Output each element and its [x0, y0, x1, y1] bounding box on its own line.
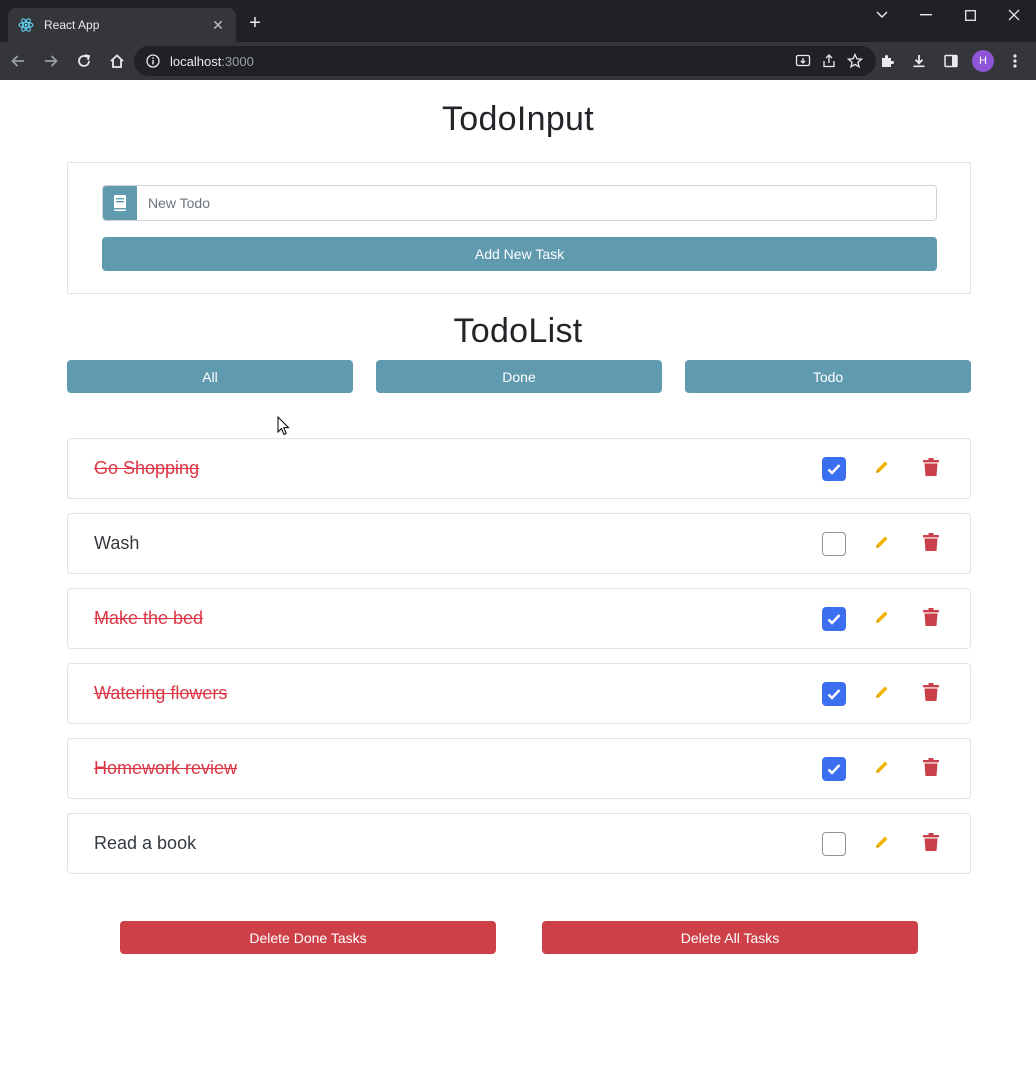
tab-search-icon[interactable] [860, 0, 904, 30]
todo-item: Homework review [67, 738, 971, 799]
pencil-icon[interactable] [874, 609, 890, 625]
filter-done-button[interactable]: Done [376, 360, 662, 393]
todo-item: Watering flowers [67, 663, 971, 724]
new-todo-input-group [102, 185, 937, 221]
checkmark-icon [827, 764, 841, 775]
side-panel-icon[interactable] [938, 48, 964, 74]
checkmark-icon [827, 614, 841, 625]
todo-item: Read a book [67, 813, 971, 874]
todo-item-text: Homework review [94, 758, 238, 778]
tab-close-icon[interactable]: ✕ [210, 17, 226, 34]
reload-icon[interactable] [69, 46, 99, 76]
minimize-icon[interactable] [904, 0, 948, 30]
delete-done-tasks-button[interactable]: Delete Done Tasks [120, 921, 496, 954]
todo-item-text: Go Shopping [94, 458, 200, 478]
todo-item-text: Make the bed [94, 608, 204, 628]
maximize-icon[interactable] [948, 0, 992, 30]
trash-icon[interactable] [922, 832, 940, 852]
profile-initial: H [972, 50, 994, 72]
todo-list-heading: TodoList [453, 312, 583, 350]
todo-done-checkbox[interactable] [822, 532, 846, 556]
home-icon[interactable] [102, 46, 132, 76]
todo-input-heading: TodoInput [441, 100, 595, 138]
todo-item: Make the bed [67, 588, 971, 649]
trash-icon[interactable] [922, 457, 940, 477]
todo-item: Go Shopping [67, 438, 971, 499]
extensions-icon[interactable] [874, 48, 900, 74]
page-content: TodoInput Add New Task TodoList All Done… [0, 80, 1036, 1080]
todo-done-checkbox[interactable] [822, 682, 846, 706]
address-bar[interactable]: localhost:3000 [134, 46, 876, 76]
browser-tab-strip: React App ✕ + [0, 0, 1036, 42]
todo-done-checkbox[interactable] [822, 607, 846, 631]
share-icon[interactable] [820, 52, 838, 70]
trash-icon[interactable] [922, 532, 940, 552]
pencil-icon[interactable] [874, 759, 890, 775]
trash-icon[interactable] [922, 682, 940, 702]
back-icon[interactable] [3, 46, 33, 76]
trash-icon[interactable] [922, 757, 940, 777]
url-port: :3000 [221, 53, 254, 69]
checkmark-icon [827, 689, 841, 700]
todo-list: Go Shopping Wash Make the bed Watering flow… [67, 438, 971, 888]
trash-icon[interactable] [922, 607, 940, 627]
add-new-task-button[interactable]: Add New Task [102, 237, 937, 271]
filter-all-button[interactable]: All [67, 360, 353, 393]
delete-all-tasks-button[interactable]: Delete All Tasks [542, 921, 918, 954]
browser-tab[interactable]: React App ✕ [8, 8, 236, 42]
bookmark-star-icon[interactable] [846, 52, 864, 70]
book-icon [103, 186, 137, 220]
todo-item-text: Wash [94, 533, 140, 553]
pencil-icon[interactable] [874, 684, 890, 700]
forward-icon[interactable] [36, 46, 66, 76]
todo-done-checkbox[interactable] [822, 832, 846, 856]
react-logo-icon [18, 17, 34, 33]
pencil-icon[interactable] [874, 459, 890, 475]
filter-todo-button[interactable]: Todo [685, 360, 971, 393]
tab-title: React App [44, 18, 100, 32]
todo-item-text: Watering flowers [94, 683, 228, 703]
site-info-icon[interactable] [146, 54, 160, 68]
more-menu-icon[interactable] [1002, 48, 1028, 74]
filter-buttons: All Done Todo [67, 360, 971, 394]
todo-input-card: Add New Task [67, 162, 971, 294]
browser-toolbar: localhost:3000 H [0, 42, 1036, 80]
todo-done-checkbox[interactable] [822, 457, 846, 481]
checkmark-icon [827, 464, 841, 475]
todo-item-text: Read a book [94, 833, 197, 853]
pencil-icon[interactable] [874, 834, 890, 850]
new-tab-button[interactable]: + [244, 12, 266, 34]
pencil-icon[interactable] [874, 534, 890, 550]
new-todo-input[interactable] [137, 186, 936, 220]
install-app-icon[interactable] [794, 52, 812, 70]
close-window-icon[interactable] [992, 0, 1036, 30]
url-host: localhost [170, 53, 222, 69]
todo-done-checkbox[interactable] [822, 757, 846, 781]
profile-avatar[interactable]: H [970, 48, 996, 74]
window-controls [860, 0, 1036, 30]
todo-item: Wash [67, 513, 971, 574]
downloads-icon[interactable] [906, 48, 932, 74]
